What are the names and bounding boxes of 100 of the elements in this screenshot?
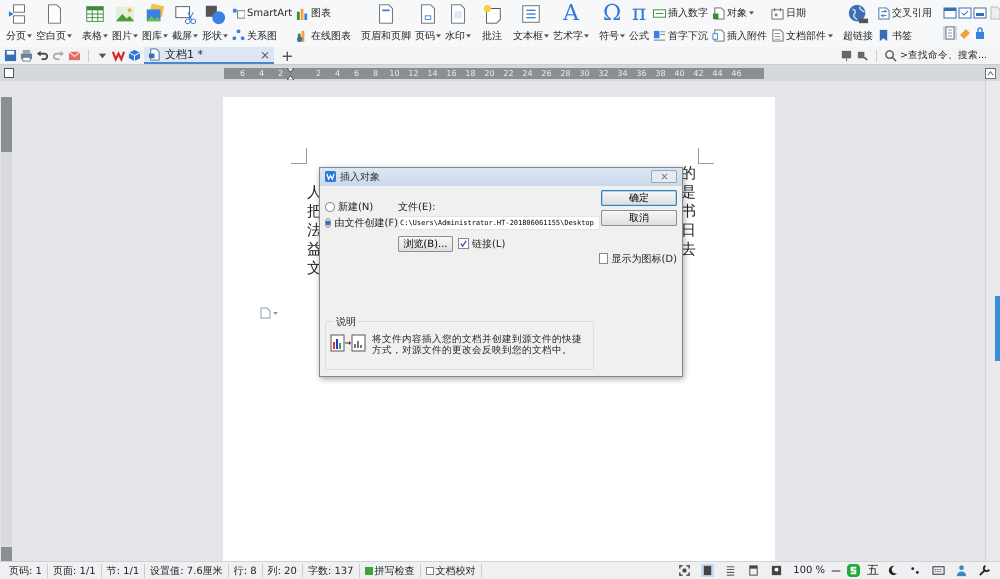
caret-icon [544,34,550,38]
layout-icon[interactable] [943,6,958,20]
keyboard-icon[interactable] [932,564,945,577]
browse-button[interactable]: 浏览(B)... [398,236,453,252]
document-icon[interactable] [259,307,279,319]
ribbon-button[interactable]: π 公式 [627,2,652,44]
file-link-drawing [330,334,366,352]
caret-icon [133,34,138,38]
ribbon-button[interactable]: 在线图表 [295,28,352,44]
caret-icon [27,34,32,38]
show-as-icon-checkbox[interactable]: 显示为图标(D) [599,252,677,266]
zigzag-logo-icon[interactable] [112,49,125,62]
caret-icon [749,11,754,16]
checkbox[interactable] [458,238,469,250]
full-screen-icon[interactable] [678,564,692,577]
page-view-icon[interactable] [701,564,714,577]
zoom-level[interactable]: 100 % [788,565,830,576]
status-text: 行: 8 [228,564,263,578]
scrollbar[interactable] [985,81,1000,561]
ribbon-button[interactable]: 页码 [413,2,444,44]
caret-icon [620,34,626,38]
ruler-number: 2 [314,68,322,78]
ribbon-button[interactable]: 分页 [4,2,34,44]
ribbon-button[interactable]: 形状 [200,2,230,44]
new-tab-button[interactable]: + [281,48,294,62]
mail-icon[interactable] [68,49,81,62]
ribbon-button[interactable]: 插入数字 [652,5,710,22]
ribbon-button[interactable]: 图片 [110,2,140,44]
ribbon-button[interactable]: 交叉引用 [876,5,934,22]
form-icon[interactable] [943,26,958,40]
radio-button[interactable] [325,218,332,228]
web-view-icon[interactable] [747,564,760,577]
ribbon-button[interactable]: 插入附件 [711,28,768,44]
save-icon[interactable] [4,49,17,62]
ruler-number: 30 [578,68,591,78]
moon-icon[interactable] [886,564,899,577]
ribbon-button[interactable]: 日期 [770,5,834,22]
status-text: 页面: 1/1 [48,564,102,578]
margin-corner-mark [698,148,714,164]
checkbox[interactable] [599,253,608,264]
ruler-toggle-icon[interactable] [985,68,996,78]
person-icon[interactable] [955,564,968,577]
reading-view-icon[interactable] [770,564,784,577]
input-mode[interactable]: 五 [867,562,879,579]
monitor-icon[interactable] [840,49,853,62]
text-fragment: 去 [681,240,696,259]
wrench-icon[interactable] [978,564,991,577]
caret-icon [193,34,198,38]
ribbon-button[interactable]: 书签 [876,28,934,44]
status-text: 字数: 137 [302,564,360,578]
ribbon-button[interactable]: SmartArt [231,6,294,20]
close-button[interactable]: × [260,48,270,62]
ribbon-button[interactable]: 页眉和页脚 [359,2,414,44]
cancel-button[interactable]: 取消 [601,210,677,226]
margin-corner-mark [291,148,307,164]
ribbon-button[interactable]: 水印 [443,2,474,44]
ribbon-button[interactable]: 文本框 [511,2,552,44]
calendar-icon [771,6,784,20]
link-checkbox[interactable]: 链接(L) [458,236,506,251]
form-field-icon[interactable] [973,6,988,20]
search-field[interactable]: >查找命令、搜索... [900,50,996,61]
radio-option[interactable]: 由文件创建(F) [325,216,398,230]
ok-button[interactable]: 确定 [601,190,677,206]
search-icon[interactable] [884,49,897,62]
ribbon-button[interactable]: 超链接 [841,2,876,44]
ribbon-button[interactable]: 对象 [711,5,768,22]
status-toggle[interactable]: 拼写检查 [360,564,421,578]
ribbon-button[interactable]: A 艺术字 [551,2,592,44]
ribbon-button[interactable]: 表格 [80,2,110,44]
ribbon-button[interactable]: 空白页 [34,2,74,44]
ribbon-button[interactable]: 首字下沉 [652,28,710,44]
tab-stop-selector[interactable] [4,68,14,78]
radio-button[interactable] [325,202,335,212]
ribbon-button[interactable]: 截屏 [170,2,200,44]
indent-marker[interactable] [287,68,294,80]
status-toggle[interactable]: 文档校对 [420,564,482,578]
flag-icon[interactable] [856,49,869,62]
ribbon-button[interactable]: 图表 [295,5,352,22]
text-box-icon [520,3,542,25]
cube-icon[interactable] [128,49,141,62]
ruler-number: 2 [276,68,284,78]
ribbon-button[interactable]: Ω 符号 [597,2,628,44]
ruler-number: 14 [426,68,439,78]
ruler-number: 12 [407,68,420,78]
status-text: 设置值: 7.6厘米 [145,564,229,578]
document-tab[interactable]: 文档1 * × [144,47,274,64]
ribbon-button[interactable]: 关系图 [231,28,294,44]
print-icon[interactable] [20,49,33,62]
ruler-number: 24 [521,68,534,78]
caret-icon [466,34,472,38]
ime-logo-icon[interactable] [847,564,860,577]
ribbon-button[interactable]: 图库 [140,2,170,44]
form-check-icon[interactable] [958,6,972,20]
radio-option[interactable]: 新建(N) [325,200,398,214]
ribbon-button[interactable]: 文档部件 [770,28,834,44]
ribbon-button[interactable]: 批注 [479,2,506,44]
undo-icon[interactable] [36,49,49,62]
group-title: 说明 [334,314,358,329]
text-fragment: 日 [681,221,696,240]
close-icon [660,173,668,180]
